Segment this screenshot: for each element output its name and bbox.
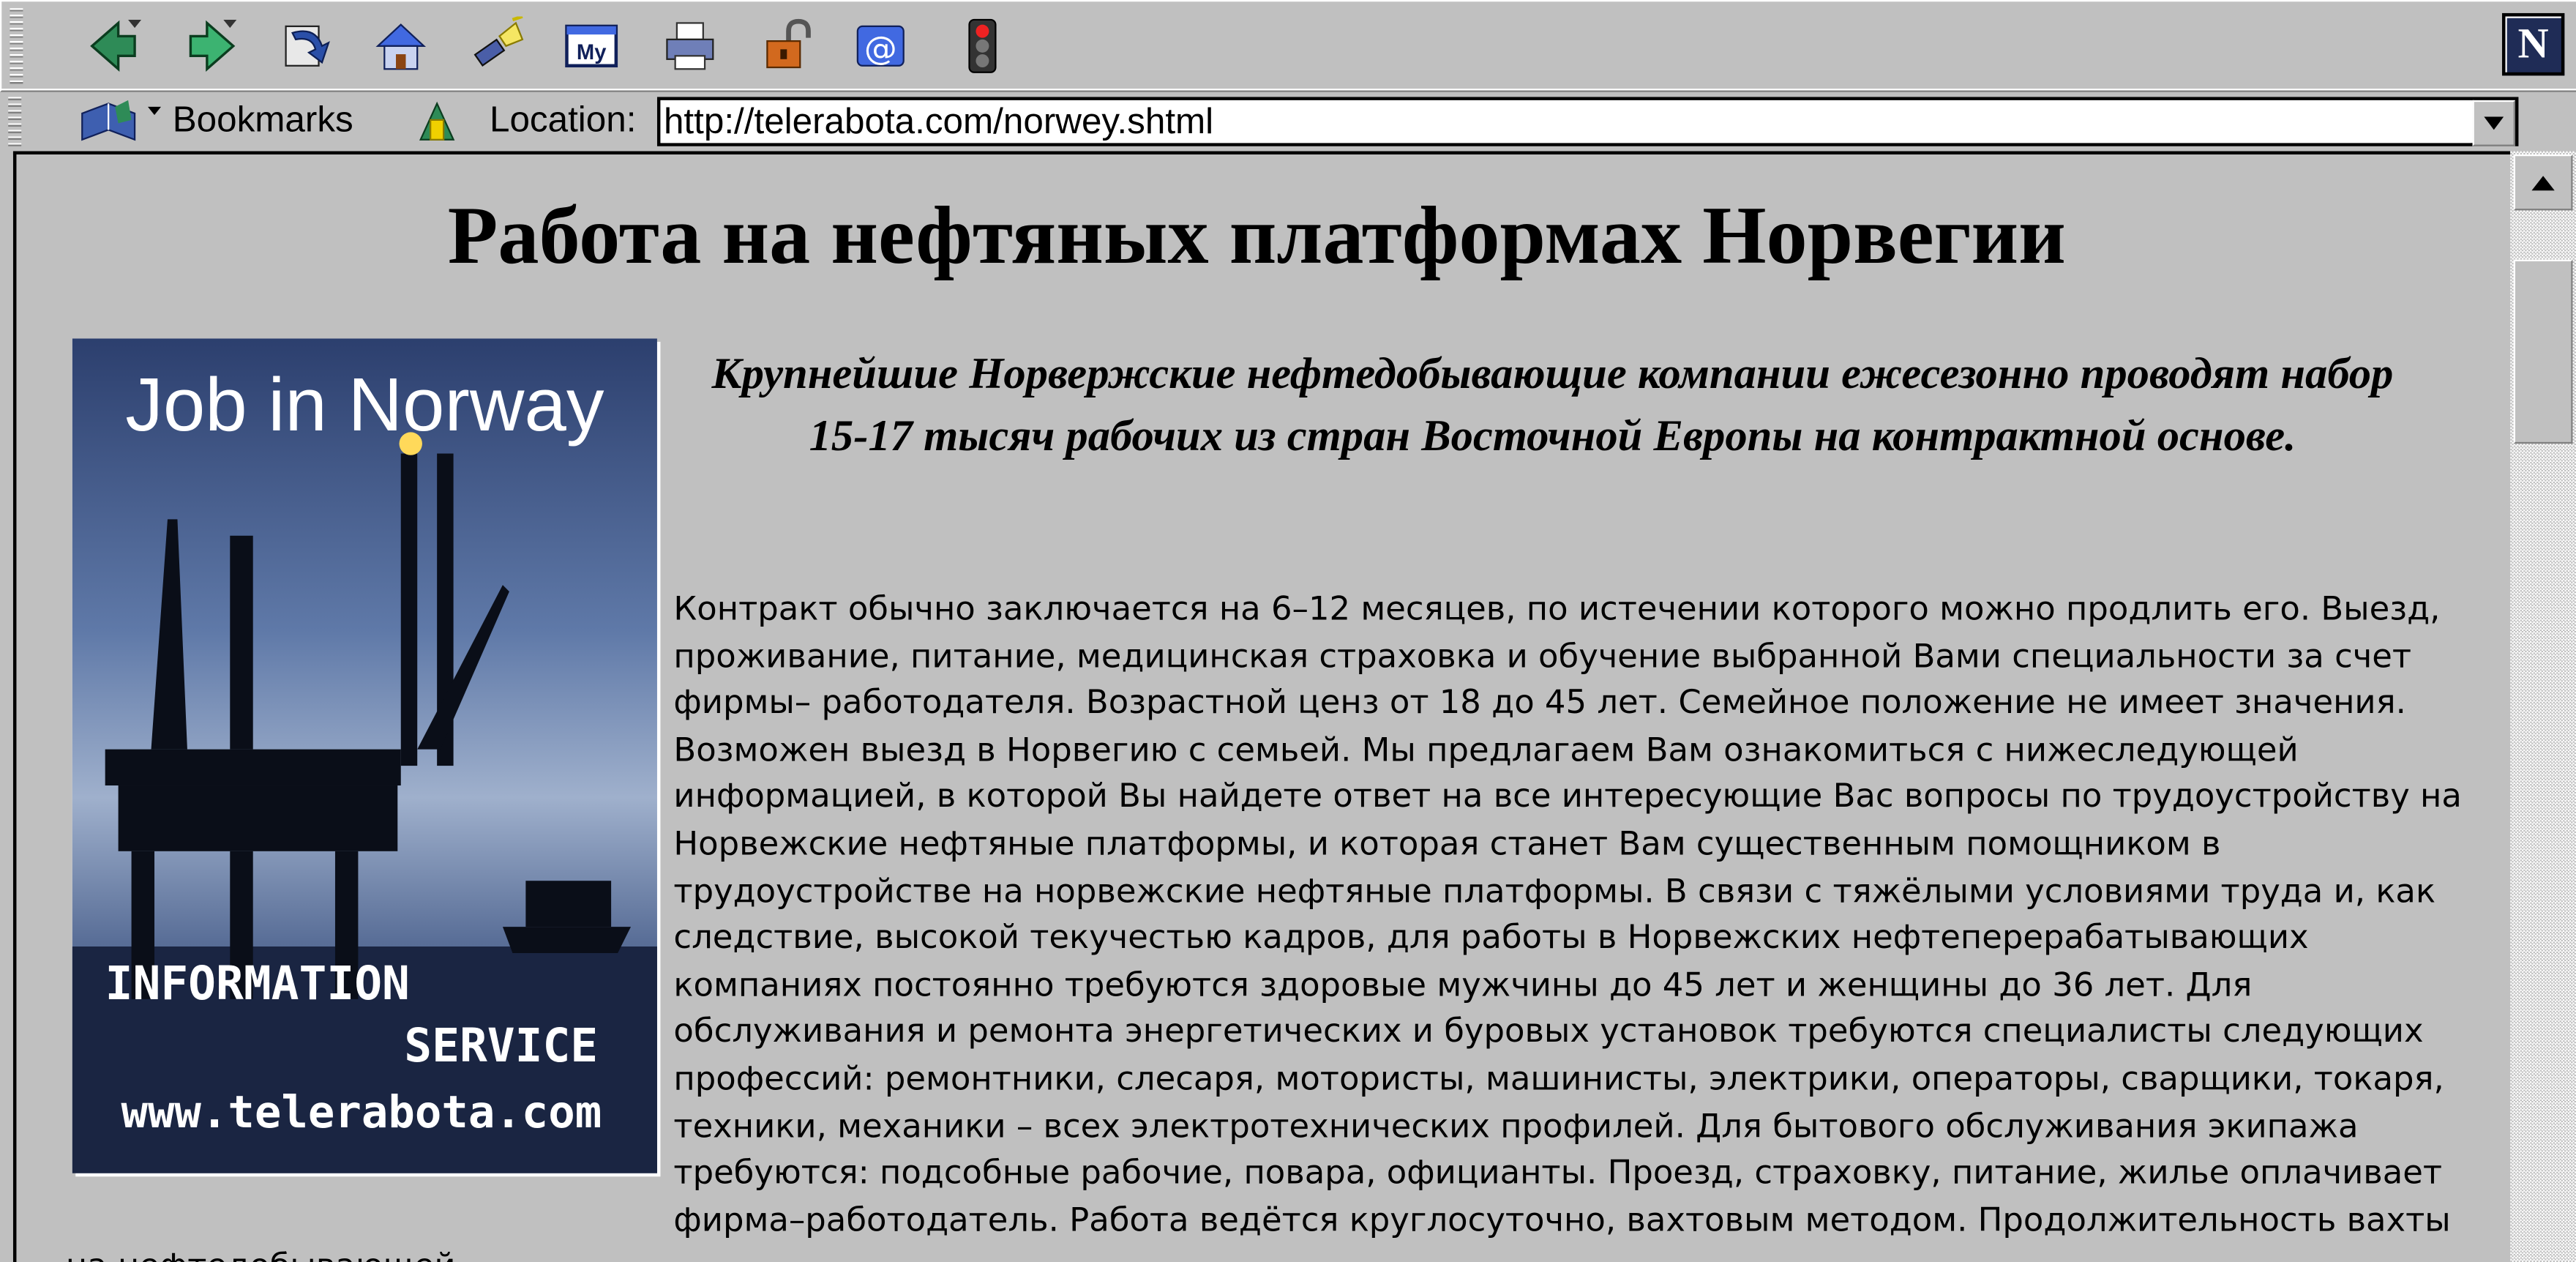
chevron-up-icon: [2531, 175, 2555, 190]
back-arrow-icon: [90, 19, 142, 72]
page-content: Работа на нефтяных платформах Норвегии J…: [12, 151, 2511, 1262]
poster-headline: Job in Norway: [125, 362, 604, 447]
vertical-scrollbar[interactable]: [2510, 151, 2576, 1262]
location-toolbar-grip[interactable]: [8, 97, 22, 146]
bookmarks-label[interactable]: Bookmarks: [173, 99, 353, 141]
reload-icon: [285, 25, 330, 67]
stop-button[interactable]: [951, 15, 1014, 77]
forward-arrow-icon: [189, 19, 237, 72]
search-button[interactable]: [465, 15, 527, 77]
security-button[interactable]: [757, 15, 820, 77]
reload-button[interactable]: [274, 15, 337, 77]
my-netscape-button[interactable]: My: [561, 15, 623, 77]
chevron-down-icon: [2484, 116, 2504, 130]
home-icon: [375, 23, 427, 70]
home-button[interactable]: [370, 15, 432, 77]
padlock-icon: [766, 18, 811, 69]
scroll-up-button[interactable]: [2513, 154, 2573, 211]
url-history-dropdown[interactable]: [2472, 100, 2515, 146]
url-input[interactable]: [660, 100, 2471, 143]
url-field[interactable]: [656, 97, 2519, 146]
scroll-thumb[interactable]: [2513, 259, 2573, 444]
browser-window: My @ N Bookmarks Location: http://telera…: [0, 0, 2576, 1262]
printer-icon: [666, 22, 714, 70]
page-title: Работа на нефтяных платформах Норвегии: [447, 189, 2066, 281]
shop-button[interactable]: @: [850, 15, 912, 77]
toolbar-grip[interactable]: [10, 8, 23, 84]
print-button[interactable]: [659, 15, 721, 77]
bookmarks-icon[interactable]: [75, 97, 168, 146]
location-label: Location:: [489, 98, 637, 140]
poster-spacer: [66, 585, 674, 1213]
my-netscape-icon: My: [565, 24, 618, 68]
page-proxy-icon[interactable]: [414, 97, 460, 146]
navigation-toolbar: My @ N: [0, 0, 2576, 92]
body-paragraph: Контракт обычно заключается на 6–12 меся…: [66, 585, 2465, 1262]
traffic-light-icon: [968, 18, 997, 73]
at-sign-icon: @: [856, 25, 905, 67]
netscape-logo[interactable]: N: [2501, 12, 2565, 76]
my-label: My: [577, 41, 607, 64]
search-flashlight-icon: [473, 16, 524, 67]
forward-button[interactable]: [179, 15, 242, 77]
location-toolbar: Bookmarks Location:: [0, 89, 2576, 153]
lead-paragraph: Крупнейшие Норвержские нефтедобывающие к…: [711, 348, 2394, 460]
back-button[interactable]: [83, 15, 146, 77]
svg-text:@: @: [864, 29, 897, 67]
